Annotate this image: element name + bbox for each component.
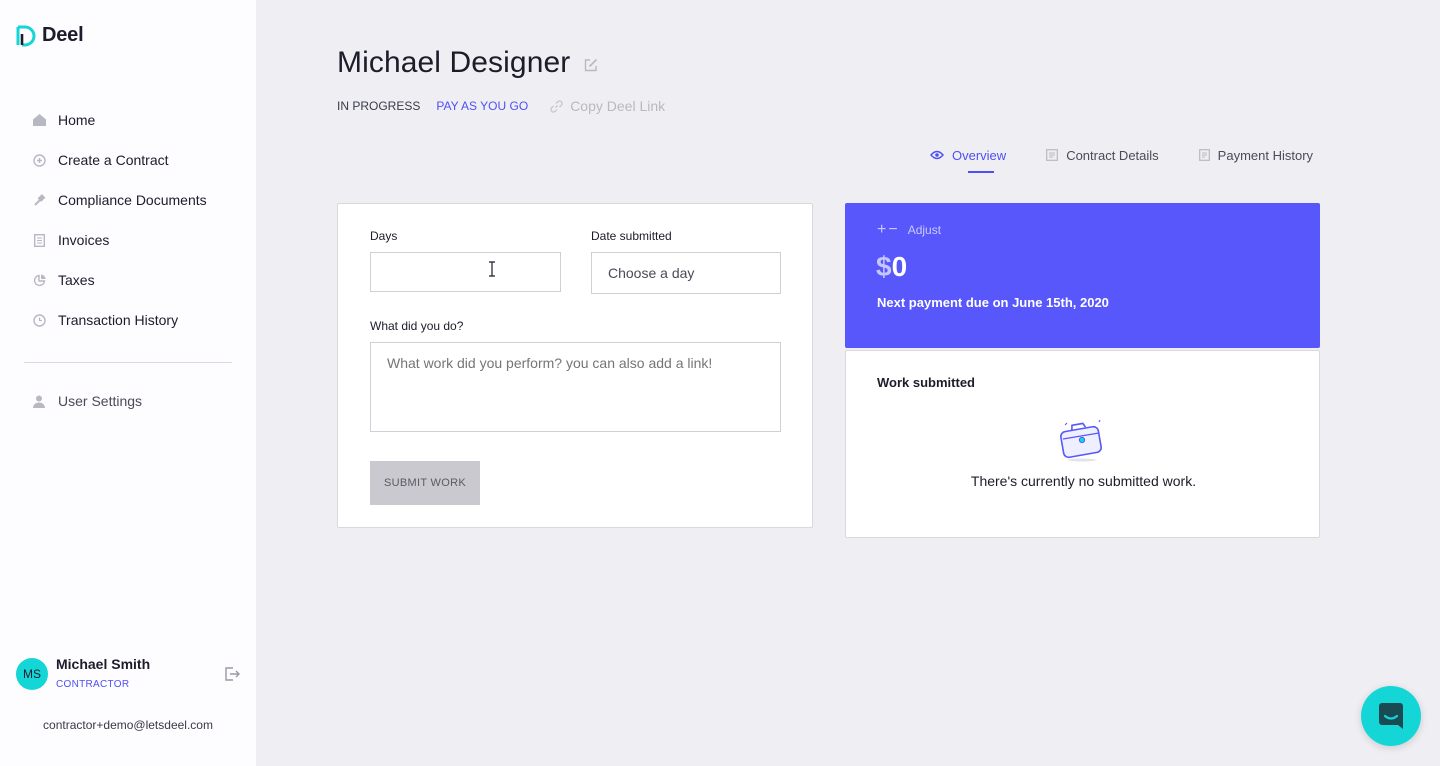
work-submitted-card: Work submitted There's currently no subm… [845,350,1320,538]
deel-logo[interactable]: Deel [16,24,84,47]
pie-chart-icon [32,273,46,287]
gavel-icon [32,193,46,207]
sidebar-item-label: Invoices [58,232,110,248]
sidebar-item-label: User Settings [58,393,143,409]
clock-icon [32,313,46,327]
link-icon [550,99,563,113]
receipt-icon [1198,149,1210,161]
payment-summary-card: +− Adjust $0 Next payment due on June 15… [845,203,1320,348]
tab-payment-history[interactable]: Payment History [1198,146,1314,164]
sidebar-item-label: Transaction History [58,312,179,328]
days-input[interactable] [370,252,561,292]
text-cursor-icon [489,261,495,277]
brand-name: Deel [42,24,84,46]
tab-label: Payment History [1217,147,1314,163]
sidebar-item-compliance-documents[interactable]: Compliance Documents [24,180,234,220]
user-name: Michael Smith [56,656,151,672]
logout-icon[interactable] [224,666,240,682]
sidebar-item-label: Taxes [58,272,95,288]
document-icon [1046,149,1059,161]
tab-label: Contract Details [1066,147,1159,163]
sidebar-item-label: Home [58,112,96,128]
work-description-label: What did you do? [370,319,464,333]
submit-work-button[interactable]: SUBMIT WORK [370,461,480,505]
avatar[interactable]: MS [16,658,48,690]
sidebar-item-taxes[interactable]: Taxes [24,260,234,300]
submit-work-card: Days Date submitted Choose a day What di… [337,203,813,528]
user-role: CONTRACTOR [56,679,130,690]
sidebar: Deel Home Create a Contract Compliance D… [0,0,256,766]
user-email: contractor+demo@letsdeel.com [43,718,213,732]
page-title: Michael Designer [337,46,571,79]
user-profile: MS Michael Smith CONTRACTOR [16,656,242,696]
adjust-label: Adjust [907,223,942,237]
user-icon [32,394,46,408]
date-submitted-label: Date submitted [591,229,672,243]
amount-value: 0 [891,251,908,282]
sidebar-item-user-settings[interactable]: User Settings [24,381,142,421]
plus-circle-icon [32,153,46,167]
plus-minus-icon: +− [877,221,900,238]
contract-meta: IN PROGRESS PAY AS YOU GO Copy Deel Link [337,98,665,114]
work-submitted-title: Work submitted [877,375,975,390]
sidebar-item-invoices[interactable]: Invoices [24,220,234,260]
document-icon [32,233,46,247]
sidebar-item-label: Compliance Documents [58,192,207,208]
briefcase-icon [1060,419,1102,462]
copy-link-label: Copy Deel Link [570,98,666,114]
empty-state-text: There's currently no submitted work. [970,473,1197,489]
contract-type-badge: PAY AS YOU GO [436,99,529,113]
status-badge: IN PROGRESS [337,99,421,113]
sidebar-divider [24,362,232,363]
work-description-textarea[interactable] [370,342,781,432]
edit-icon[interactable] [584,58,598,72]
eye-icon [930,150,944,160]
sidebar-item-create-contract[interactable]: Create a Contract [24,140,234,180]
next-payment-date: Next payment due on June 15th, 2020 [877,295,1109,310]
currency-symbol: $ [876,251,892,282]
days-label: Days [370,229,398,243]
tab-label: Overview [952,147,1007,163]
sidebar-item-home[interactable]: Home [24,100,234,140]
copy-deel-link[interactable]: Copy Deel Link [550,98,665,114]
sidebar-item-label: Create a Contract [58,152,169,168]
deel-logo-icon [16,25,36,46]
chat-icon [1379,703,1403,729]
sidebar-item-transaction-history[interactable]: Transaction History [24,300,234,340]
home-icon [32,113,46,127]
adjust-button[interactable]: +− Adjust [877,221,941,239]
tab-overview[interactable]: Overview [930,146,1007,173]
chat-launcher-button[interactable] [1361,686,1421,746]
tab-contract-details[interactable]: Contract Details [1046,146,1159,164]
main-nav: Home Create a Contract Compliance Docume… [24,100,234,340]
payment-amount: $0 [876,251,907,283]
page-header: Michael Designer [337,46,598,80]
contract-tabs: Overview Contract Details Payment Histor… [930,146,1314,173]
date-picker-input[interactable]: Choose a day [591,252,781,294]
